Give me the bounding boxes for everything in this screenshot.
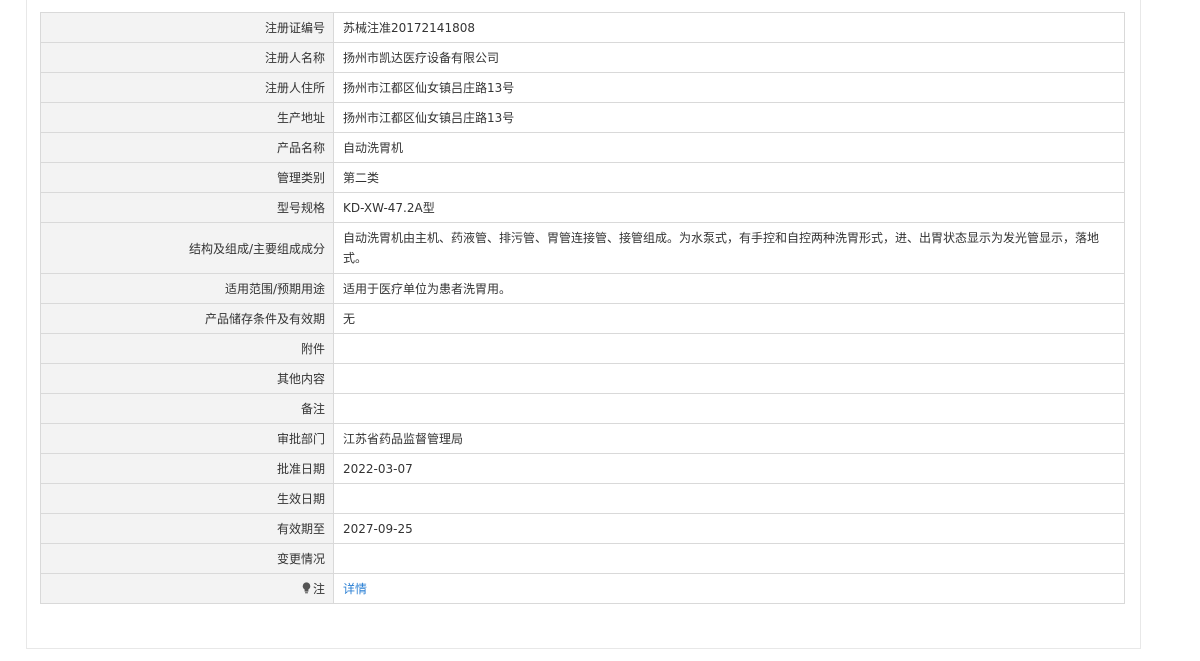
table-row: 注册证编号 苏械注准20172141808 xyxy=(40,12,1125,43)
row-value: 扬州市凯达医疗设备有限公司 xyxy=(333,42,1125,73)
table-row: 产品储存条件及有效期 无 xyxy=(40,303,1125,334)
row-label: 生产地址 xyxy=(40,102,334,133)
row-label: 结构及组成/主要组成成分 xyxy=(40,222,334,274)
row-value: 详情 xyxy=(333,573,1125,604)
table-row: 型号规格 KD-XW-47.2A型 xyxy=(40,192,1125,223)
table-row: 备注 xyxy=(40,393,1125,424)
row-label: 其他内容 xyxy=(40,363,334,394)
row-label: 注册人住所 xyxy=(40,72,334,103)
row-value xyxy=(333,543,1125,574)
row-label: 附件 xyxy=(40,333,334,364)
table-row: 附件 xyxy=(40,333,1125,364)
row-value xyxy=(333,393,1125,424)
table-row: 变更情况 xyxy=(40,543,1125,574)
table-row: 有效期至 2027-09-25 xyxy=(40,513,1125,544)
row-value xyxy=(333,483,1125,514)
table-row: 注 详情 xyxy=(40,573,1125,604)
table-row: 生效日期 xyxy=(40,483,1125,514)
row-label: 生效日期 xyxy=(40,483,334,514)
row-label: 管理类别 xyxy=(40,162,334,193)
row-label: 批准日期 xyxy=(40,453,334,484)
row-label: 备注 xyxy=(40,393,334,424)
row-label: 注 xyxy=(312,582,325,596)
row-value xyxy=(333,333,1125,364)
row-label: 产品储存条件及有效期 xyxy=(40,303,334,334)
details-link[interactable]: 详情 xyxy=(343,582,367,596)
row-label: 注册证编号 xyxy=(40,12,334,43)
row-label: 有效期至 xyxy=(40,513,334,544)
row-value: 适用于医疗单位为患者洗胃用。 xyxy=(333,273,1125,304)
row-value xyxy=(333,363,1125,394)
table-row: 批准日期 2022-03-07 xyxy=(40,453,1125,484)
row-label: 变更情况 xyxy=(40,543,334,574)
row-value: KD-XW-47.2A型 xyxy=(333,192,1125,223)
table-row: 生产地址 扬州市江都区仙女镇吕庄路13号 xyxy=(40,102,1125,133)
row-label: 适用范围/预期用途 xyxy=(40,273,334,304)
row-value: 江苏省药品监督管理局 xyxy=(333,423,1125,454)
row-value: 自动洗胃机由主机、药液管、排污管、胃管连接管、接管组成。为水泵式，有手控和自控两… xyxy=(333,222,1125,274)
table-row: 注册人住所 扬州市江都区仙女镇吕庄路13号 xyxy=(40,72,1125,103)
row-value: 无 xyxy=(333,303,1125,334)
row-value: 第二类 xyxy=(333,162,1125,193)
table-row: 注册人名称 扬州市凯达医疗设备有限公司 xyxy=(40,42,1125,73)
registration-detail-table: 注册证编号 苏械注准20172141808 注册人名称 扬州市凯达医疗设备有限公… xyxy=(40,12,1125,604)
note-label-cell: 注 xyxy=(40,573,334,604)
row-value: 苏械注准20172141808 xyxy=(333,12,1125,43)
row-value: 2022-03-07 xyxy=(333,453,1125,484)
row-label: 型号规格 xyxy=(40,192,334,223)
row-value: 扬州市江都区仙女镇吕庄路13号 xyxy=(333,102,1125,133)
lightbulb-icon xyxy=(302,582,311,594)
table-row: 审批部门 江苏省药品监督管理局 xyxy=(40,423,1125,454)
table-row: 适用范围/预期用途 适用于医疗单位为患者洗胃用。 xyxy=(40,273,1125,304)
row-label: 审批部门 xyxy=(40,423,334,454)
table-row: 管理类别 第二类 xyxy=(40,162,1125,193)
row-label: 注册人名称 xyxy=(40,42,334,73)
table-row: 结构及组成/主要组成成分 自动洗胃机由主机、药液管、排污管、胃管连接管、接管组成… xyxy=(40,222,1125,274)
table-row: 其他内容 xyxy=(40,363,1125,394)
table-row: 产品名称 自动洗胃机 xyxy=(40,132,1125,163)
row-value: 扬州市江都区仙女镇吕庄路13号 xyxy=(333,72,1125,103)
row-value: 自动洗胃机 xyxy=(333,132,1125,163)
row-label: 产品名称 xyxy=(40,132,334,163)
row-value: 2027-09-25 xyxy=(333,513,1125,544)
